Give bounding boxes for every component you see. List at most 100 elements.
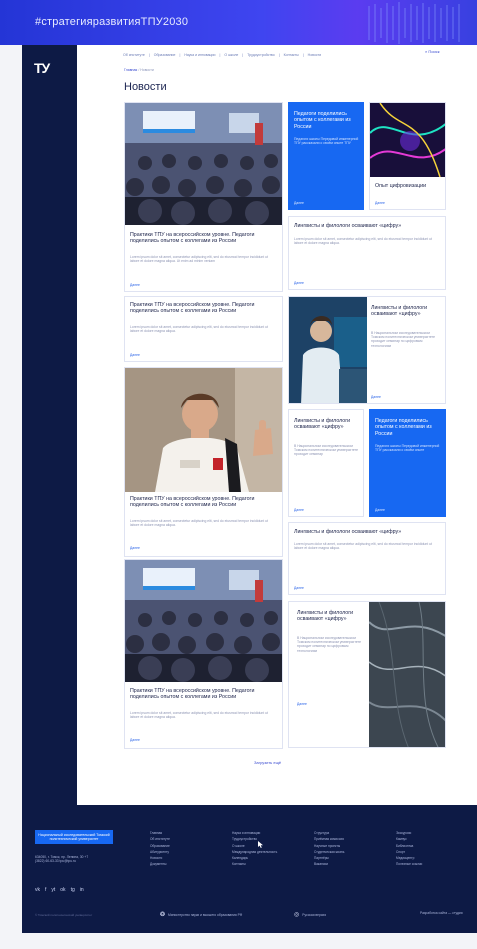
read-more-link[interactable]: Далее bbox=[297, 702, 307, 706]
banner-hashtag: #стратегияразвитияТПУ2030 bbox=[35, 16, 189, 28]
logo[interactable]: ТУ bbox=[34, 60, 50, 76]
news-title: Педагоги поделились опытом с коллегами и… bbox=[294, 111, 351, 130]
top-banner[interactable]: #стратегияразвитияТПУ2030 bbox=[0, 0, 477, 45]
news-photo-athlete bbox=[125, 368, 282, 492]
load-more-link[interactable]: Загрузить ещё bbox=[254, 760, 281, 765]
news-title: Лингвисты и филологи осваивают «цифру» bbox=[294, 223, 402, 229]
news-photo-conference bbox=[125, 560, 282, 682]
footer-link[interactable]: Научные проекты bbox=[314, 843, 344, 849]
footer-address: 634050, г. Томск, пр. Ленина, 30 +7 (382… bbox=[35, 855, 89, 864]
read-more-link[interactable]: Далее bbox=[130, 283, 140, 287]
nav-separator: | bbox=[302, 53, 304, 57]
nav-separator: | bbox=[148, 53, 150, 57]
instagram-icon[interactable]: in bbox=[80, 887, 84, 893]
read-more-link[interactable]: Далее bbox=[294, 508, 304, 512]
page: #стратегияразвитияТПУ2030 ТУ Об институт… bbox=[0, 0, 477, 949]
university-button[interactable]: Национальный исследовательский Томский п… bbox=[35, 830, 113, 844]
footer-column: Экскурсии Кампус Библиотека Спорт Медиац… bbox=[396, 830, 422, 868]
banner-pattern bbox=[368, 2, 460, 44]
facebook-icon[interactable]: f bbox=[45, 887, 46, 893]
news-photo-conference bbox=[125, 103, 282, 225]
main-content: Об институте | Образование | Наука и инн… bbox=[77, 45, 477, 805]
bottom-frame bbox=[22, 805, 477, 817]
news-title: Опыт цифровизации bbox=[375, 183, 427, 189]
footer-column: Главная Об институте Образование Абитури… bbox=[150, 830, 170, 868]
top-navigation: Об институте | Образование | Наука и инн… bbox=[123, 49, 321, 61]
news-excerpt: Lorem ipsum dolor sit amet, consectetur … bbox=[130, 325, 268, 334]
read-more-link[interactable]: Далее bbox=[375, 201, 385, 205]
footer-link[interactable]: Приёмная комиссия bbox=[314, 836, 344, 842]
news-card[interactable]: Практики ТПУ на всероссийском уровне. Пе… bbox=[124, 102, 283, 292]
news-card[interactable]: Лингвисты и филологи осваивают «цифру» L… bbox=[288, 522, 446, 595]
mouse-cursor-icon bbox=[258, 841, 263, 848]
news-card[interactable]: Практики ТПУ на всероссийском уровне. Пе… bbox=[124, 367, 283, 557]
news-card-highlight[interactable]: Педагоги поделились опытом с коллегами и… bbox=[288, 102, 364, 210]
nav-item[interactable]: О школе bbox=[224, 53, 238, 57]
footer-link[interactable]: Образование bbox=[150, 843, 170, 849]
page-title: Новости bbox=[124, 81, 167, 93]
news-card-highlight[interactable]: Педагоги поделились опытом с коллегами и… bbox=[369, 409, 446, 517]
nav-item[interactable]: Образование bbox=[154, 53, 176, 57]
news-card[interactable]: Опыт цифровизации Далее bbox=[369, 102, 446, 210]
left-frame: ТУ bbox=[22, 45, 77, 805]
news-title: Практики ТПУ на всероссийском уровне. Пе… bbox=[130, 496, 255, 509]
globe-icon: ◎ bbox=[294, 912, 300, 918]
footer-link[interactable]: Полезные ссылки bbox=[396, 861, 422, 867]
news-card[interactable]: Практики ТПУ на всероссийском уровне. Пе… bbox=[124, 559, 283, 749]
news-card[interactable]: Лингвисты и филологи осваивают «цифру» L… bbox=[288, 216, 446, 290]
read-more-link[interactable]: Далее bbox=[130, 546, 140, 550]
breadcrumb-home[interactable]: Главная bbox=[124, 68, 137, 72]
read-more-link[interactable]: Далее bbox=[375, 508, 385, 512]
news-card[interactable]: Лингвисты и филологи осваивают «цифру» В… bbox=[288, 296, 446, 404]
footer-link[interactable]: Об институте bbox=[150, 836, 170, 842]
developer-credit[interactable]: Разработка сайта — студия bbox=[420, 911, 463, 915]
news-excerpt: Lorem ipsum dolor sit amet, consectetur … bbox=[294, 237, 432, 246]
news-title: Лингвисты и филологи осваивают «цифру» bbox=[294, 529, 402, 535]
nav-separator: | bbox=[219, 53, 221, 57]
search-icon: ⌕ bbox=[425, 49, 428, 54]
read-more-link[interactable]: Далее bbox=[371, 395, 381, 399]
news-title: Практики ТПУ на всероссийском уровне. Пе… bbox=[130, 688, 255, 701]
copyright: © Томский политехнический университет bbox=[35, 913, 93, 917]
nav-item[interactable]: Наука и инновации bbox=[184, 53, 215, 57]
footer-link[interactable]: Документы bbox=[150, 861, 170, 867]
news-card[interactable]: Лингвисты и филологи осваивают «цифру» В… bbox=[288, 409, 364, 517]
news-card[interactable]: Лингвисты и филологи осваивают «цифру» В… bbox=[288, 601, 446, 748]
read-more-link[interactable]: Далее bbox=[294, 281, 304, 285]
search-label: Поиск bbox=[428, 49, 440, 54]
read-more-link[interactable]: Далее bbox=[130, 738, 140, 742]
news-excerpt: Педагоги школы Передовой инженерной ТПУ … bbox=[375, 444, 440, 453]
news-photo-digital bbox=[370, 103, 445, 177]
footer-link[interactable]: Вакансии bbox=[314, 861, 344, 867]
telegram-icon[interactable]: tg bbox=[71, 887, 75, 893]
language-link[interactable]: ◎ Русская версия bbox=[294, 911, 326, 918]
news-photo-texture bbox=[369, 602, 445, 747]
nav-item[interactable]: Трудоустройство bbox=[247, 53, 274, 57]
footer-column: Наука и инновации Трудоустройство О школ… bbox=[232, 830, 277, 868]
footer-link[interactable]: Контакты bbox=[232, 861, 277, 867]
news-title: Практики ТПУ на всероссийском уровне. Пе… bbox=[130, 302, 255, 315]
news-excerpt: В Национальном исследовательском Томском… bbox=[297, 636, 362, 653]
nav-item[interactable]: Об институте bbox=[123, 53, 145, 57]
read-more-link[interactable]: Далее bbox=[130, 353, 140, 357]
breadcrumb-current: Новости bbox=[140, 68, 154, 72]
news-excerpt: В Национальном исследовательском Томском… bbox=[371, 331, 436, 348]
footer: Национальный исследовательский Томский п… bbox=[22, 817, 477, 933]
vk-icon[interactable]: vk bbox=[35, 887, 40, 893]
news-excerpt: Lorem ipsum dolor sit amet, consectetur … bbox=[130, 255, 268, 264]
ministry-label: Министерство науки и высшего образования… bbox=[168, 912, 243, 917]
nav-separator: | bbox=[179, 53, 181, 57]
news-title: Практики ТПУ на всероссийском уровне. Пе… bbox=[130, 232, 255, 245]
news-excerpt: Педагоги школы Передовой инженерной ТПУ … bbox=[294, 137, 359, 146]
nav-item[interactable]: Контакты bbox=[284, 53, 299, 57]
search-button[interactable]: ⌕ Поиск bbox=[425, 49, 439, 54]
news-photo-student bbox=[289, 297, 367, 403]
read-more-link[interactable]: Далее bbox=[294, 586, 304, 590]
read-more-link[interactable]: Далее bbox=[294, 201, 304, 205]
nav-item[interactable]: Новости bbox=[308, 53, 322, 57]
ok-icon[interactable]: ok bbox=[60, 887, 65, 893]
nav-separator: | bbox=[242, 53, 244, 57]
youtube-icon[interactable]: yt bbox=[51, 887, 55, 893]
news-card[interactable]: Практики ТПУ на всероссийском уровне. Пе… bbox=[124, 296, 283, 362]
ministry-link[interactable]: ❂ Министерство науки и высшего образован… bbox=[160, 911, 242, 918]
